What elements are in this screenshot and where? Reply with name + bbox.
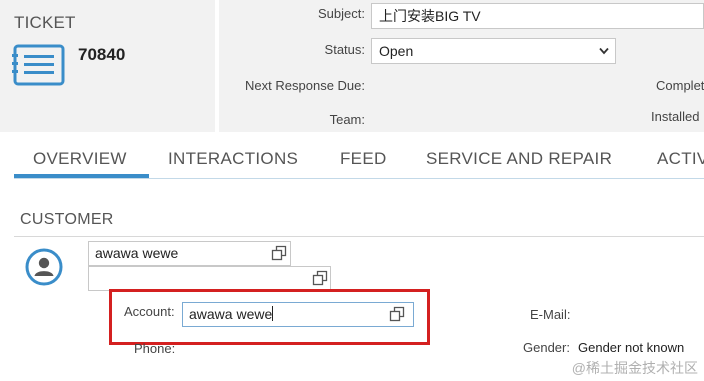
ticket-label: TICKET <box>14 13 76 32</box>
ticket-icon <box>12 44 65 86</box>
gender-value: Gender not known <box>578 340 685 355</box>
status-label: Status: <box>324 42 365 57</box>
next-response-label: Next Response Due: <box>245 78 365 93</box>
phone-label: Phone: <box>134 341 176 356</box>
watermark: @稀土掘金技术社区 <box>571 360 698 376</box>
ticket-summary-panel: TICKET 70840 <box>0 0 215 132</box>
section-divider <box>14 236 704 237</box>
open-in-new-icon[interactable] <box>312 270 328 286</box>
highlight-box <box>109 289 430 345</box>
tab-bar-divider <box>14 178 704 179</box>
tab-bar: OVERVIEW INTERACTIONS FEED SERVICE AND R… <box>0 132 704 180</box>
person-avatar-icon <box>25 248 63 286</box>
status-value: Open <box>379 43 414 59</box>
tab-activities[interactable]: ACTIV <box>657 149 704 169</box>
gender-label: Gender: <box>523 340 570 355</box>
open-in-new-icon[interactable] <box>271 245 287 261</box>
customer-section-title: CUSTOMER <box>20 211 114 228</box>
ticket-header: TICKET 70840 Subject: 上门安装BIG TV Status:… <box>0 0 704 132</box>
customer-secondary-input[interactable] <box>88 266 331 291</box>
email-label: E-Mail: <box>530 307 571 322</box>
installed-label: Installed <box>651 109 700 124</box>
subject-label: Subject: <box>318 6 365 21</box>
tab-interactions[interactable]: INTERACTIONS <box>168 149 298 169</box>
tab-service-and-repair[interactable]: SERVICE AND REPAIR <box>426 149 612 169</box>
tab-overview[interactable]: OVERVIEW <box>33 149 127 169</box>
status-select[interactable]: Open <box>371 38 616 64</box>
tab-feed[interactable]: FEED <box>340 149 387 169</box>
chevron-down-icon <box>599 47 609 55</box>
subject-input[interactable]: 上门安装BIG TV <box>371 3 704 29</box>
team-label: Team: <box>329 112 365 127</box>
customer-name-input[interactable]: awawa wewe <box>88 241 291 266</box>
ticket-number: 70840 <box>78 45 126 64</box>
completion-label: Complet <box>656 78 704 93</box>
